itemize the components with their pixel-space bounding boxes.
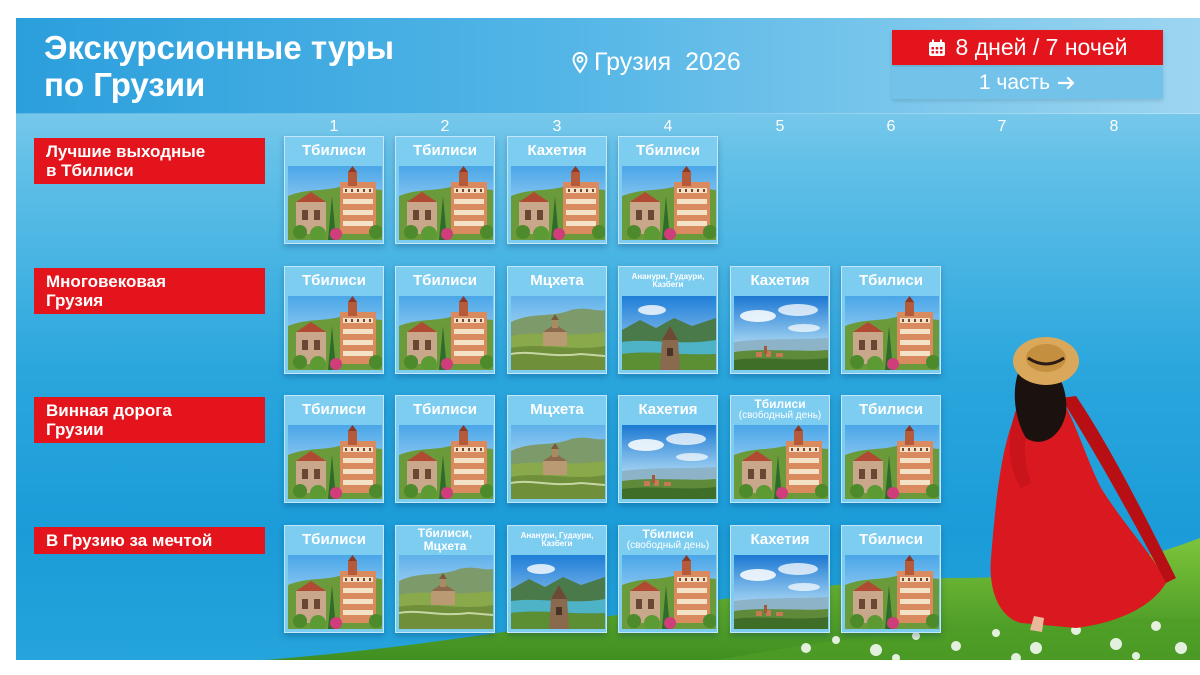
day-card-caption: Мцхета [508, 267, 606, 295]
day-number: 4 [663, 118, 673, 135]
day-card-caption: Тбилиси [285, 137, 383, 165]
tour-name[interactable]: Многовековая Грузия [34, 268, 265, 314]
day-card[interactable]: Тбилиси [395, 266, 495, 374]
day-card[interactable]: Мцхета [507, 266, 607, 374]
part-text: 1 часть [978, 71, 1051, 94]
day-card-caption: Тбилиси [842, 526, 940, 554]
tour-name-line1: В Грузию за мечтой [46, 531, 213, 550]
duration-text: 8 дней / 7 ночей [955, 34, 1128, 60]
day-number: 5 [775, 118, 785, 135]
day-card-title: Тбилиси, Мцхета [417, 526, 473, 553]
day-card[interactable]: Тбилиси [841, 525, 941, 633]
day-card-caption: Ананури, Гудаури, Казбеги [619, 267, 717, 295]
day-card[interactable]: Тбилиси [395, 395, 495, 503]
day-card-caption: Тбилиси [842, 396, 940, 424]
tour-name-line1: Винная дорога [46, 401, 172, 420]
day-card-caption: Тбилиси, Мцхета [396, 526, 494, 554]
page-title: Экскурсионные туры по Грузии [44, 29, 484, 103]
day-card[interactable]: Тбилиси [395, 136, 495, 244]
day-card-caption: Тбилиси [285, 396, 383, 424]
day-card-subtitle: (свободный день) [738, 410, 822, 422]
day-number: 2 [440, 118, 450, 135]
day-card[interactable]: Тбилиси [284, 525, 384, 633]
duration-badge: 8 дней / 7 ночей [892, 30, 1163, 65]
day-card-title: Ананури, Гудаури, Казбеги [631, 271, 705, 289]
day-card-title: Тбилиси [413, 272, 477, 290]
day-card-title: Кахетия [750, 272, 810, 290]
day-card-caption: Тбилиси [842, 267, 940, 295]
tour-name-line2: Грузии [46, 420, 104, 439]
day-card[interactable]: Тбилиси (свободный день) [730, 395, 830, 503]
day-card-caption: Тбилиси [285, 526, 383, 554]
day-card-title: Тбилиси [302, 142, 366, 160]
day-card-caption: Тбилиси [396, 396, 494, 424]
arrow-right-icon [1058, 76, 1075, 90]
day-card-title: Мцхета [530, 272, 584, 290]
day-card[interactable]: Тбилиси [284, 136, 384, 244]
day-card-title: Кахетия [750, 531, 810, 549]
day-card-title: Тбилиси [859, 401, 923, 419]
day-card-title: Тбилиси [302, 531, 366, 549]
day-card-title: Тбилиси [413, 142, 477, 160]
day-number: 1 [329, 118, 339, 135]
day-card[interactable]: Тбилиси [841, 266, 941, 374]
day-card[interactable]: Тбилиси, Мцхета [395, 525, 495, 633]
part-button[interactable]: 1 часть [892, 67, 1163, 99]
day-card-title: Кахетия [527, 142, 587, 160]
woman-in-red-dress-image [990, 337, 1176, 632]
day-card-caption: Тбилиси [285, 267, 383, 295]
day-card-caption: Тбилиси [396, 267, 494, 295]
day-card[interactable]: Ананури, Гудаури, Казбеги [618, 266, 718, 374]
day-card-title: Ананури, Гудаури, Казбеги [520, 530, 594, 548]
day-card-title: Тбилиси [302, 401, 366, 419]
day-card-caption: Тбилиси (свободный день) [731, 396, 829, 424]
day-card-title: Тбилиси [413, 401, 477, 419]
location-text: Грузия 2026 [594, 48, 741, 76]
calendar-icon [928, 39, 945, 56]
tour-name-line2: в Тбилиси [46, 161, 134, 180]
day-card-title: Тбилиси [302, 272, 366, 290]
day-card[interactable]: Тбилиси (свободный день) [618, 525, 718, 633]
day-card-title: Мцхета [530, 401, 584, 419]
day-card-caption: Кахетия [619, 396, 717, 424]
day-card[interactable]: Мцхета [507, 395, 607, 503]
day-number: 7 [997, 118, 1007, 135]
tour-name[interactable]: В Грузию за мечтой [34, 527, 265, 554]
day-card-caption: Кахетия [731, 526, 829, 554]
day-card[interactable]: Тбилиси [618, 136, 718, 244]
day-card[interactable]: Кахетия [507, 136, 607, 244]
tour-name-line2: Грузия [46, 291, 104, 310]
page-title-line1: Экскурсионные туры [44, 29, 395, 66]
day-card[interactable]: Кахетия [618, 395, 718, 503]
day-card[interactable]: Ананури, Гудаури, Казбеги [507, 525, 607, 633]
day-card-title: Тбилиси [859, 272, 923, 290]
day-card-caption: Мцхета [508, 396, 606, 424]
page-title-line2: по Грузии [44, 66, 206, 103]
day-card-title: Кахетия [638, 401, 698, 419]
day-card[interactable]: Тбилиси [284, 266, 384, 374]
day-number: 6 [886, 118, 896, 135]
day-card-caption: Тбилиси [619, 137, 717, 165]
tour-name[interactable]: Винная дорога Грузии [34, 397, 265, 443]
tour-name-line1: Многовековая [46, 272, 167, 291]
day-card[interactable]: Кахетия [730, 525, 830, 633]
day-card-subtitle: (свободный день) [626, 540, 710, 552]
poster-canvas: Экскурсионные туры по Грузии Грузия 2026… [16, 18, 1200, 660]
day-number: 8 [1109, 118, 1119, 135]
day-card[interactable]: Тбилиси [841, 395, 941, 503]
day-card[interactable]: Тбилиси [284, 395, 384, 503]
day-number: 3 [552, 118, 562, 135]
day-card-caption: Тбилиси (свободный день) [619, 526, 717, 554]
tour-name-line1: Лучшие выходные [46, 142, 206, 161]
day-card-title: Тбилиси [636, 142, 700, 160]
day-card-caption: Кахетия [731, 267, 829, 295]
day-card-title: Тбилиси [859, 531, 923, 549]
map-pin-icon [572, 51, 588, 74]
day-card-caption: Ананури, Гудаури, Казбеги [508, 526, 606, 554]
day-card-caption: Тбилиси [396, 137, 494, 165]
location-label: Грузия 2026 [572, 48, 741, 77]
tour-name[interactable]: Лучшие выходные в Тбилиси [34, 138, 265, 184]
day-card-caption: Кахетия [508, 137, 606, 165]
day-card[interactable]: Кахетия [730, 266, 830, 374]
